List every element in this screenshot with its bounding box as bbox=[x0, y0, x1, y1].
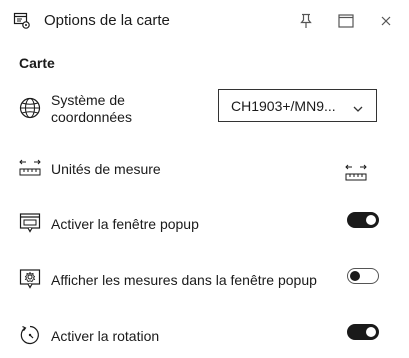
popup-window-icon bbox=[19, 212, 41, 234]
chevron-down-icon bbox=[352, 101, 364, 112]
coordinate-system-label-line1: Système de bbox=[51, 92, 125, 108]
popup-toggle[interactable] bbox=[347, 212, 379, 228]
rotation-icon bbox=[19, 324, 41, 346]
pin-icon bbox=[300, 13, 312, 28]
close-icon bbox=[381, 16, 391, 26]
section-heading: Carte bbox=[19, 55, 55, 71]
ruler-icon bbox=[345, 164, 367, 181]
popup-measurements-toggle-knob bbox=[350, 271, 360, 281]
popup-toggle-knob bbox=[366, 215, 376, 225]
pin-button[interactable] bbox=[296, 11, 316, 31]
rotation-label: Activer la rotation bbox=[51, 328, 160, 344]
restore-icon bbox=[338, 14, 354, 28]
coordinate-system-label: Système de coordonnées bbox=[51, 92, 132, 126]
popup-label: Activer la fenêtre popup bbox=[51, 216, 199, 232]
map-options-panel: Options de la carte Carte Système de coo… bbox=[0, 0, 409, 358]
close-button[interactable] bbox=[376, 11, 396, 31]
measure-settings-icon bbox=[19, 268, 41, 290]
map-options-icon bbox=[13, 12, 31, 30]
title-bar: Options de la carte bbox=[0, 0, 409, 42]
rotation-toggle[interactable] bbox=[347, 324, 379, 340]
popup-measurements-label: Afficher les mesures dans la fenêtre pop… bbox=[51, 272, 317, 288]
restore-button[interactable] bbox=[336, 11, 356, 31]
measure-units-button[interactable] bbox=[344, 163, 368, 183]
popup-measurements-toggle[interactable] bbox=[347, 268, 379, 284]
window-title: Options de la carte bbox=[44, 12, 170, 29]
rotation-toggle-knob bbox=[366, 327, 376, 337]
measure-units-label: Unités de mesure bbox=[51, 161, 161, 177]
globe-icon bbox=[19, 97, 41, 119]
ruler-icon bbox=[19, 157, 41, 179]
coordinate-system-label-line2: coordonnées bbox=[51, 109, 132, 125]
coordinate-system-value: CH1903+/MN9... bbox=[231, 98, 336, 114]
coordinate-system-dropdown[interactable]: CH1903+/MN9... bbox=[218, 89, 377, 122]
